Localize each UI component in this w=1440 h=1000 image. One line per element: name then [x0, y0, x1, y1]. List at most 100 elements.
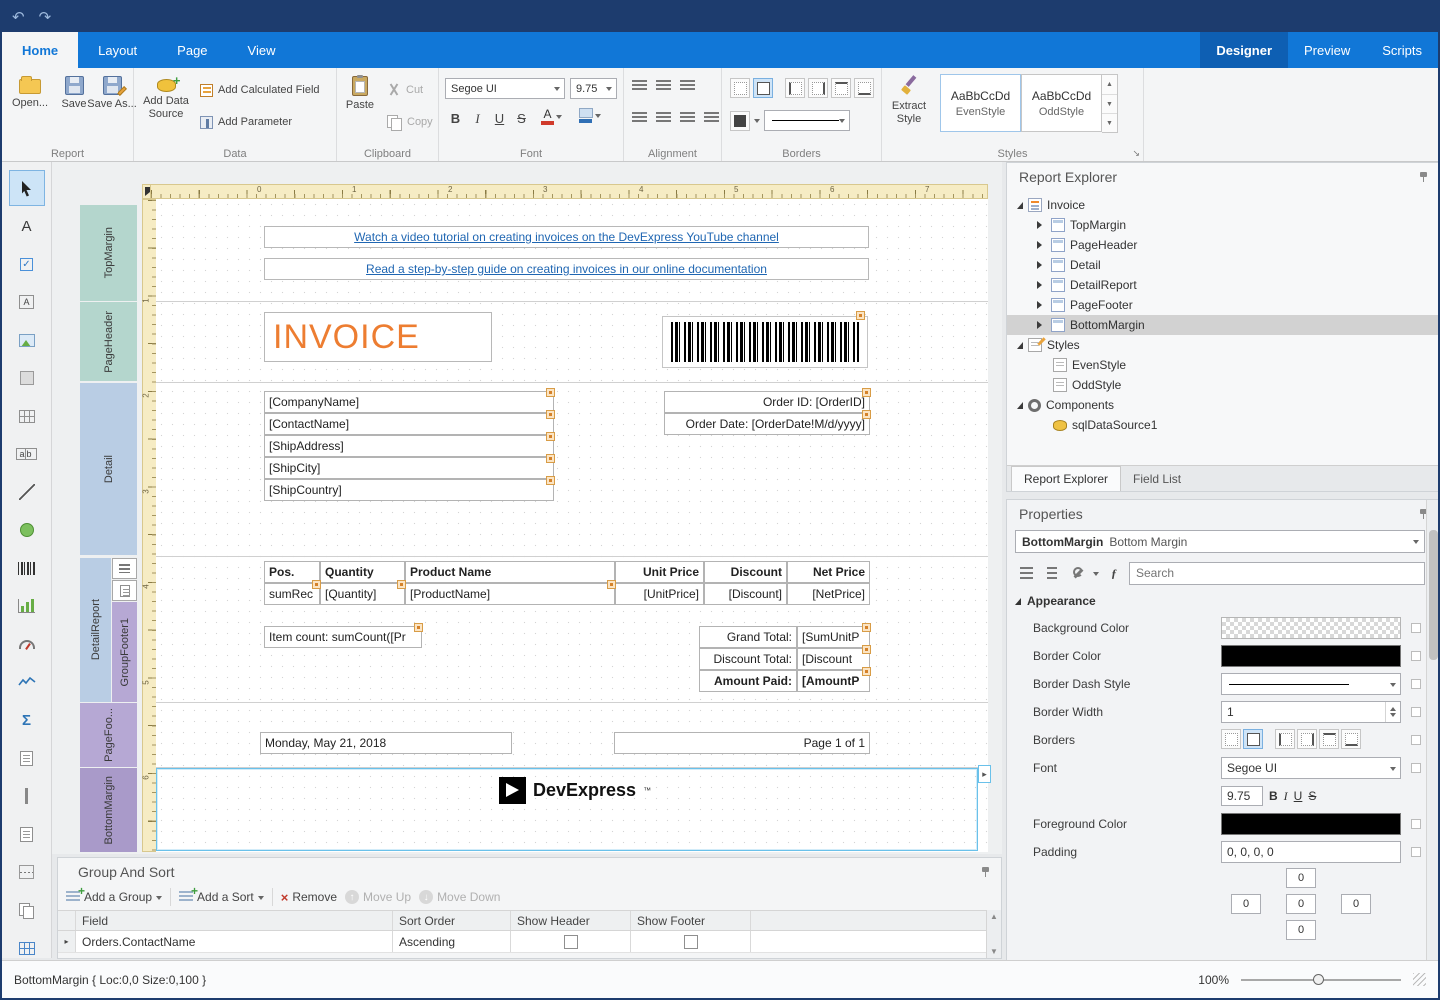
align-justify-icon[interactable]	[704, 112, 719, 124]
collapse-icon[interactable]	[1037, 221, 1046, 229]
tab-layout[interactable]: Layout	[78, 32, 157, 68]
band-detail[interactable]: Detail	[80, 383, 137, 555]
background-color-swatch[interactable]	[1221, 617, 1401, 639]
documentation-link[interactable]: Read a step-by-step guide on creating in…	[264, 258, 869, 280]
band-page-header[interactable]: PageHeader	[80, 302, 137, 381]
collapse-icon[interactable]	[1037, 321, 1046, 329]
collapse-icon[interactable]	[1037, 301, 1046, 309]
property-checkbox[interactable]	[1411, 623, 1421, 633]
tree-item-pageheader[interactable]: PageHeader	[1007, 235, 1439, 255]
tab-report-explorer[interactable]: Report Explorer	[1011, 466, 1121, 491]
pointer-tool[interactable]	[9, 170, 45, 206]
line-tool[interactable]	[9, 474, 45, 510]
padding-editor[interactable]: 0, 0, 0, 0	[1221, 841, 1401, 863]
move-down-button[interactable]: ↓Move Down	[419, 890, 500, 904]
label-tool[interactable]: A	[9, 208, 45, 244]
add-data-source-button[interactable]: + Add Data Source	[138, 73, 194, 120]
picture-box-tool[interactable]	[9, 322, 45, 358]
scroll-down-icon[interactable]: ▼	[990, 947, 998, 956]
band-marker-icon[interactable]: ▸	[978, 765, 991, 783]
padding-bottom-box[interactable]: 0	[1286, 920, 1316, 940]
spinner-arrows[interactable]	[1385, 702, 1400, 722]
tree-item-oddstyle[interactable]: OddStyle	[1007, 375, 1439, 395]
border-color-button[interactable]	[730, 111, 750, 131]
smart-tag[interactable]	[546, 388, 555, 397]
cross-band-line-tool[interactable]	[9, 778, 45, 814]
border-top-button[interactable]	[1319, 729, 1339, 749]
company-name-field[interactable]: [CompanyName]	[264, 391, 554, 413]
smart-tag[interactable]	[546, 410, 555, 419]
border-right-button[interactable]	[808, 78, 828, 98]
font-color-button[interactable]: A	[541, 108, 562, 125]
pivot-grid-tool[interactable]: Σ	[9, 702, 45, 738]
smart-tag[interactable]	[546, 454, 555, 463]
sparkline-tool[interactable]	[9, 664, 45, 700]
tab-home[interactable]: Home	[2, 32, 78, 68]
border-color-swatch[interactable]	[1221, 645, 1401, 667]
copy-button[interactable]: Copy	[387, 112, 433, 132]
font-family-combo[interactable]: Segoe UI	[1221, 757, 1401, 779]
property-checkbox[interactable]	[1411, 847, 1421, 857]
collapse-icon[interactable]	[1037, 261, 1046, 269]
strikeout-button[interactable]: S	[511, 108, 532, 129]
show-footer-checkbox[interactable]	[684, 935, 698, 949]
column-show-header[interactable]: Show Header	[511, 911, 631, 930]
align-left-icon[interactable]	[632, 80, 647, 92]
chart-tool[interactable]	[9, 588, 45, 624]
border-bottom-button[interactable]	[1341, 729, 1361, 749]
item-count-field[interactable]: Item count: sumCount([Pr	[264, 626, 422, 648]
smart-tag[interactable]	[397, 580, 406, 589]
gauge-tool[interactable]	[9, 626, 45, 662]
bold-button[interactable]: B	[1269, 789, 1278, 803]
add-calculated-field-button[interactable]: Add Calculated Field	[200, 80, 320, 100]
table-cell-discount[interactable]: [Discount]	[704, 583, 787, 605]
align-center-icon[interactable]	[656, 80, 671, 92]
band-bottom-margin[interactable]: BottomMargin	[80, 768, 137, 852]
character-comb-tool[interactable]: ab	[9, 436, 45, 472]
tree-item-invoice[interactable]: Invoice	[1007, 195, 1439, 215]
border-dash-style-combo[interactable]	[1221, 673, 1401, 695]
align-right-icon[interactable]	[680, 80, 695, 92]
table-cell-quantity[interactable]: [Quantity]	[320, 583, 405, 605]
smart-tag[interactable]	[856, 311, 865, 320]
page-info-tool[interactable]	[9, 740, 45, 776]
style-item-evenstyle[interactable]: AaBbCcDd EvenStyle	[940, 74, 1021, 132]
smart-tag[interactable]	[546, 476, 555, 485]
font-family-combo[interactable]: Segoe UI	[445, 78, 565, 99]
paste-button[interactable]: Paste	[337, 73, 383, 112]
tree-item-sqldatasource[interactable]: sqlDataSource1	[1007, 415, 1439, 435]
contact-name-field[interactable]: [ContactName]	[264, 413, 554, 435]
border-left-button[interactable]	[1275, 729, 1295, 749]
properties-scrollbar[interactable]	[1426, 500, 1439, 961]
styles-dialog-launcher-icon[interactable]: ↘	[1132, 148, 1140, 159]
redo-icon[interactable]: ↷	[39, 8, 52, 26]
smart-tag[interactable]	[414, 623, 423, 632]
table-cell-unit-price[interactable]: [UnitPrice]	[615, 583, 704, 605]
bold-button[interactable]: B	[445, 108, 466, 129]
highlight-color-button[interactable]	[579, 108, 601, 123]
barcode-tool[interactable]	[9, 550, 45, 586]
row-field-value[interactable]: Orders.ContactName	[76, 931, 393, 952]
rich-text-tool[interactable]: A	[9, 284, 45, 320]
page-footer-page-field[interactable]: Page 1 of 1	[614, 732, 870, 754]
invoice-title-label[interactable]: INVOICE	[264, 312, 492, 362]
band-group-footer[interactable]: GroupFooter1	[112, 602, 137, 702]
align-middle-icon[interactable]	[656, 112, 671, 124]
smart-tag[interactable]	[607, 580, 616, 589]
smart-tag[interactable]	[862, 410, 871, 419]
band-top-margin[interactable]: TopMargin	[80, 205, 137, 301]
table-header-net-price[interactable]: Net Price	[787, 561, 870, 583]
add-a-sort-button[interactable]: Add a Sort	[179, 890, 264, 904]
collapse-icon[interactable]	[1037, 241, 1046, 249]
property-checkbox[interactable]	[1411, 819, 1421, 829]
smart-tag[interactable]	[862, 623, 871, 632]
remove-button[interactable]: ×Remove	[281, 890, 337, 905]
cut-button[interactable]: Cut	[387, 80, 423, 100]
property-checkbox[interactable]	[1411, 763, 1421, 773]
properties-categorized-icon[interactable]	[1015, 562, 1037, 584]
tree-item-components[interactable]: Components	[1007, 395, 1439, 415]
order-id-field[interactable]: Order ID: [OrderID]	[664, 391, 870, 413]
borders-none-button[interactable]	[730, 78, 750, 98]
border-line-style-combo[interactable]	[764, 110, 850, 131]
expand-icon[interactable]	[1017, 402, 1023, 409]
